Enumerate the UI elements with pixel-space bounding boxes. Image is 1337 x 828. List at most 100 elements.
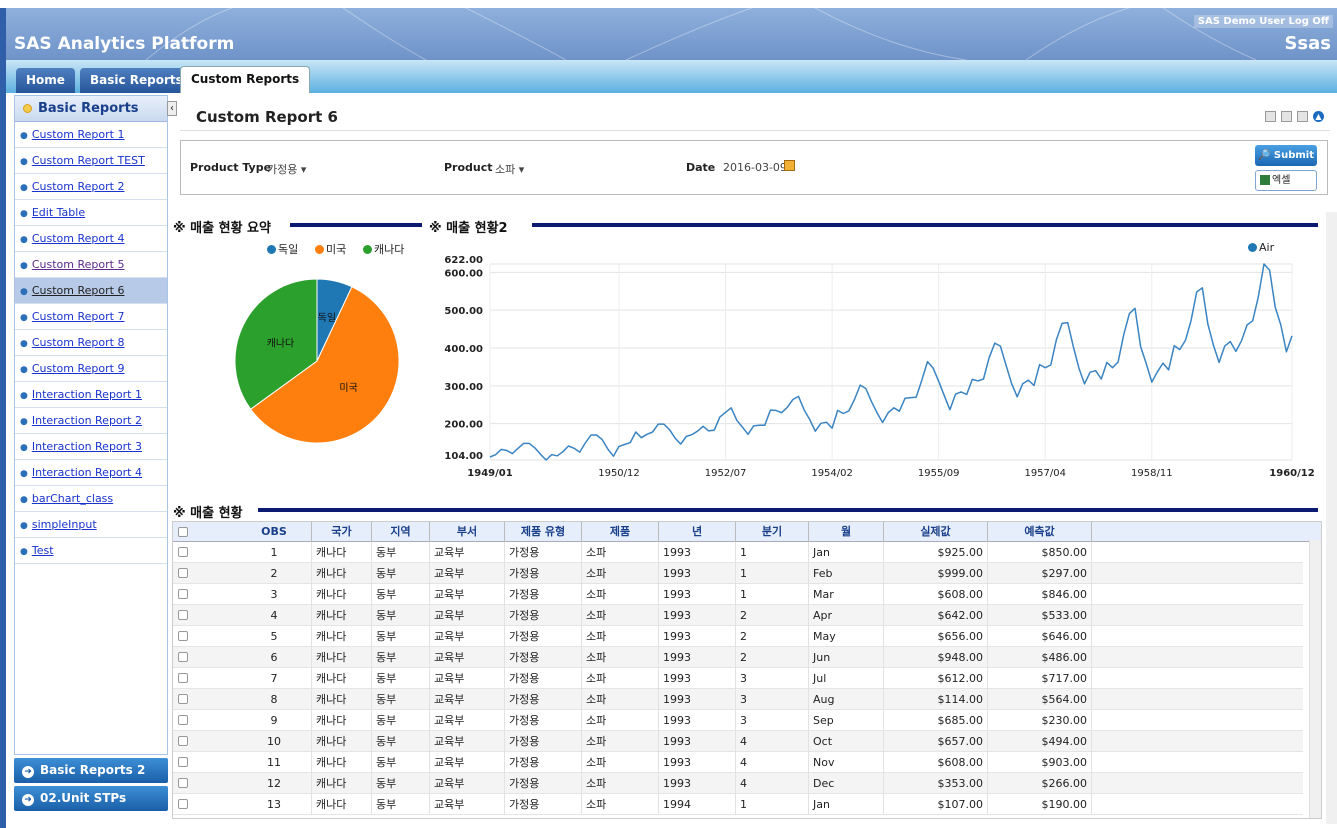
tab-basic-reports[interactable]: Basic Reports	[80, 68, 193, 93]
sidebar-item[interactable]: ● Custom Report 1	[15, 122, 167, 148]
sidebar-item[interactable]: ● Custom Report 2	[15, 174, 167, 200]
sidebar-item[interactable]: ● Interaction Report 1	[15, 382, 167, 408]
column-header[interactable]: 지역	[372, 522, 430, 542]
column-header[interactable]: 부서	[430, 522, 505, 542]
row-checkbox[interactable]	[178, 778, 188, 788]
accordion-basic-reports-2[interactable]: ➜ Basic Reports 2	[14, 758, 168, 783]
column-header[interactable]: 월	[809, 522, 884, 542]
table-row[interactable]: 8 캐나다 동부 교육부 가정용 소파 1993 3 Aug $114.00 $564.00	[173, 689, 1303, 710]
row-checkbox[interactable]	[178, 736, 188, 746]
sidebar-item[interactable]: ● Custom Report 9	[15, 356, 167, 382]
row-checkbox[interactable]	[178, 568, 188, 578]
sidebar-item[interactable]: ● Custom Report 4	[15, 226, 167, 252]
sidebar-item-link[interactable]: Edit Table	[32, 206, 85, 219]
row-checkbox[interactable]	[178, 799, 188, 809]
sidebar-item-link[interactable]: Test	[32, 544, 54, 557]
sidebar-item[interactable]: ● Edit Table	[15, 200, 167, 226]
product-select[interactable]: 소파 ▾	[495, 161, 524, 177]
accordion-unit-stps[interactable]: ➜ 02.Unit STPs	[14, 786, 168, 811]
column-header[interactable]: OBS	[237, 522, 312, 542]
row-checkbox[interactable]	[178, 610, 188, 620]
date-input[interactable]: 2016-03-09	[723, 161, 787, 174]
sidebar-item[interactable]: ● Custom Report 5	[15, 252, 167, 278]
column-header[interactable]: 실제값	[884, 522, 988, 542]
sidebar-item[interactable]: ● Custom Report TEST	[15, 148, 167, 174]
table-cell: Jan	[809, 794, 884, 815]
row-checkbox[interactable]	[178, 673, 188, 683]
pie-legend-item[interactable]: 캐나다	[363, 241, 404, 257]
table-row[interactable]: 12 캐나다 동부 교육부 가정용 소파 1993 4 Dec $353.00 $266.00	[173, 773, 1303, 794]
logoff-link[interactable]: SAS Demo User Log Off	[1193, 15, 1333, 28]
tab-home[interactable]: Home	[16, 68, 75, 93]
sidebar-item[interactable]: ● barChart_class	[15, 486, 167, 512]
sidebar-item-link[interactable]: Custom Report 7	[32, 310, 125, 323]
sidebar-item[interactable]: ● Custom Report 7	[15, 304, 167, 330]
sidebar-item[interactable]: ● Interaction Report 4	[15, 460, 167, 486]
select-all-checkbox[interactable]	[178, 527, 188, 537]
column-header[interactable]: 국가	[312, 522, 372, 542]
excel-button[interactable]: 엑셀	[1255, 170, 1317, 191]
row-checkbox[interactable]	[178, 547, 188, 557]
column-header[interactable]: 제품 유형	[505, 522, 582, 542]
row-checkbox[interactable]	[178, 715, 188, 725]
tab-custom-reports[interactable]: Custom Reports	[180, 66, 311, 93]
column-header[interactable]: 분기	[736, 522, 809, 542]
sidebar-item-link[interactable]: Interaction Report 3	[32, 440, 142, 453]
row-checkbox[interactable]	[178, 694, 188, 704]
sidebar-item[interactable]: ● Test	[15, 538, 167, 564]
table-row[interactable]: 4 캐나다 동부 교육부 가정용 소파 1993 2 Apr $642.00 $533.00	[173, 605, 1303, 626]
info-icon[interactable]: ▲	[1313, 111, 1324, 122]
grid-scrollbar[interactable]	[1309, 540, 1321, 818]
table-row[interactable]: 5 캐나다 동부 교육부 가정용 소파 1993 2 May $656.00 $646.00	[173, 626, 1303, 647]
sidebar-item-link[interactable]: barChart_class	[32, 492, 113, 505]
product-type-select[interactable]: 가정용 ▾	[267, 161, 306, 177]
table-cell: 소파	[582, 626, 659, 647]
table-row[interactable]: 2 캐나다 동부 교육부 가정용 소파 1993 1 Feb $999.00 $297.00	[173, 563, 1303, 584]
column-header[interactable]: 제품	[582, 522, 659, 542]
sidebar-item-link[interactable]: Interaction Report 2	[32, 414, 142, 427]
folder-dot-icon	[23, 104, 32, 113]
sidebar-item-link[interactable]: simpleInput	[32, 518, 97, 531]
sidebar-item-link[interactable]: Custom Report 2	[32, 180, 125, 193]
table-row[interactable]: 6 캐나다 동부 교육부 가정용 소파 1993 2 Jun $948.00 $486.00	[173, 647, 1303, 668]
column-header[interactable]: 예측값	[988, 522, 1092, 542]
sidebar-item-link[interactable]: Custom Report 6	[32, 284, 125, 297]
table-row[interactable]: 3 캐나다 동부 교육부 가정용 소파 1993 1 Mar $608.00 $846.00	[173, 584, 1303, 605]
layout-icon[interactable]	[1265, 111, 1276, 122]
sidebar-item-link[interactable]: Custom Report 8	[32, 336, 125, 349]
sidebar-item-link[interactable]: Interaction Report 4	[32, 466, 142, 479]
table-cell: 소파	[582, 752, 659, 773]
table-row[interactable]: 9 캐나다 동부 교육부 가정용 소파 1993 3 Sep $685.00 $230.00	[173, 710, 1303, 731]
page-scrollbar[interactable]	[1326, 212, 1337, 824]
table-row[interactable]: 1 캐나다 동부 교육부 가정용 소파 1993 1 Jan $925.00 $850.00	[173, 542, 1303, 563]
table-row[interactable]: 7 캐나다 동부 교육부 가정용 소파 1993 3 Jul $612.00 $717.00	[173, 668, 1303, 689]
sidebar-item[interactable]: ● Interaction Report 2	[15, 408, 167, 434]
collapse-sidebar-icon[interactable]: ‹	[167, 101, 177, 116]
calendar-icon[interactable]	[784, 160, 795, 171]
calendar-view-icon[interactable]	[1281, 111, 1292, 122]
table-row[interactable]: 13 캐나다 동부 교육부 가정용 소파 1994 1 Jan $107.00 $190.00	[173, 794, 1303, 815]
sidebar-item[interactable]: ● Interaction Report 3	[15, 434, 167, 460]
sidebar-item-link[interactable]: Custom Report 1	[32, 128, 125, 141]
grid-view-icon[interactable]	[1297, 111, 1308, 122]
sidebar-item-link[interactable]: Custom Report 4	[32, 232, 125, 245]
submit-button[interactable]: 🔎 Submit	[1255, 145, 1317, 166]
sidebar-header[interactable]: Basic Reports	[15, 96, 167, 122]
sidebar-item[interactable]: ● Custom Report 8	[15, 330, 167, 356]
table-row[interactable]: 10 캐나다 동부 교육부 가정용 소파 1993 4 Oct $657.00 $494.00	[173, 731, 1303, 752]
pie-legend-item[interactable]: 독일	[267, 241, 298, 257]
series-line-air[interactable]	[489, 263, 1293, 461]
row-checkbox[interactable]	[178, 757, 188, 767]
row-checkbox[interactable]	[178, 652, 188, 662]
pie-legend-item[interactable]: 미국	[315, 241, 346, 257]
row-checkbox[interactable]	[178, 631, 188, 641]
sidebar-item[interactable]: ● Custom Report 6	[15, 278, 167, 304]
sidebar-item-link[interactable]: Interaction Report 1	[32, 388, 142, 401]
sidebar-item-link[interactable]: Custom Report 5	[32, 258, 125, 271]
sidebar-item[interactable]: ● simpleInput	[15, 512, 167, 538]
column-header[interactable]: 년	[659, 522, 736, 542]
sidebar-item-link[interactable]: Custom Report TEST	[32, 154, 145, 167]
sidebar-item-link[interactable]: Custom Report 9	[32, 362, 125, 375]
table-row[interactable]: 11 캐나다 동부 교육부 가정용 소파 1993 4 Nov $608.00 $903.00	[173, 752, 1303, 773]
row-checkbox[interactable]	[178, 589, 188, 599]
